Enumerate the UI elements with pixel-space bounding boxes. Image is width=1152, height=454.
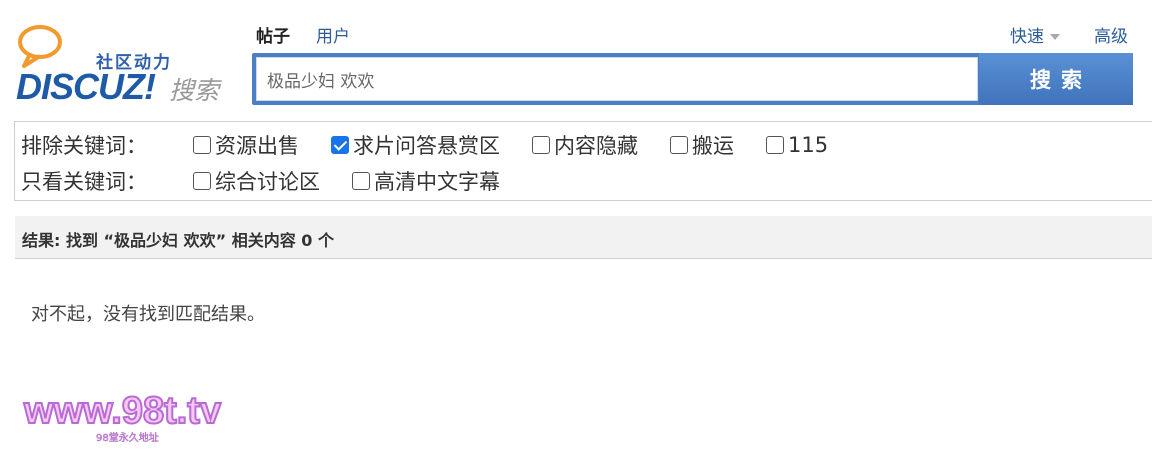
search-mode-links: 快速 高级 — [1010, 22, 1128, 47]
logo-brand-sub: 搜索 — [169, 76, 220, 105]
results-summary: 结果: 找到 “极品少妇 欢欢” 相关内容 0 个 — [22, 231, 334, 250]
checkbox[interactable] — [193, 136, 211, 154]
search-bar: 搜索 — [252, 53, 1133, 105]
option-label: 内容隐藏 — [554, 134, 638, 158]
only-option-hd-subtitles[interactable]: 高清中文字幕 — [352, 166, 500, 196]
only-keywords-row: 只看关键词： 综合讨论区 高清中文字幕 — [21, 166, 532, 196]
logo-brand: DISCUZ! — [16, 66, 156, 107]
results-summary-bar: 结果: 找到 “极品少妇 欢欢” 相关内容 0 个 — [15, 216, 1152, 259]
exclude-option-resource-sale[interactable]: 资源出售 — [193, 130, 299, 160]
speech-bubble-icon — [18, 25, 62, 68]
quick-search-label: 快速 — [1010, 27, 1044, 47]
checkbox[interactable] — [532, 136, 550, 154]
keyword-filters: 排除关键词： 资源出售 求片问答悬赏区 内容隐藏 搬运 115 只看关键词： 综… — [14, 121, 1152, 201]
discuz-logo[interactable]: 社区动力 DISCUZ! 搜索 — [14, 18, 229, 107]
only-keywords-label: 只看关键词： — [21, 170, 147, 194]
checkbox[interactable] — [670, 136, 688, 154]
option-label: 综合讨论区 — [215, 170, 320, 194]
only-option-general-discussion[interactable]: 综合讨论区 — [193, 166, 320, 196]
checkbox[interactable] — [766, 136, 784, 154]
option-label: 求片问答悬赏区 — [353, 134, 500, 158]
site-watermark: www.98t.tv 98堂永久地址 — [23, 389, 222, 444]
option-label: 115 — [788, 133, 829, 157]
caret-down-icon — [1050, 34, 1060, 40]
no-results-message: 对不起，没有找到匹配结果。 — [31, 304, 265, 325]
exclude-option-hidden-content[interactable]: 内容隐藏 — [532, 130, 638, 160]
option-label: 搬运 — [692, 134, 734, 158]
watermark-url: www.98t.tv — [23, 389, 222, 433]
exclude-option-115[interactable]: 115 — [766, 133, 828, 157]
option-label: 高清中文字幕 — [374, 170, 500, 194]
checkbox[interactable] — [352, 172, 370, 190]
search-type-tabs: 帖子 用户 — [256, 22, 350, 47]
exclude-option-repost[interactable]: 搬运 — [670, 130, 734, 160]
checkbox[interactable] — [193, 172, 211, 190]
exclude-option-request-qa[interactable]: 求片问答悬赏区 — [331, 130, 500, 160]
quick-search-dropdown[interactable]: 快速 — [1010, 22, 1060, 47]
search-button[interactable]: 搜索 — [979, 53, 1133, 105]
tab-posts[interactable]: 帖子 — [256, 22, 290, 47]
tab-users[interactable]: 用户 — [316, 22, 350, 47]
exclude-keywords-label: 排除关键词： — [21, 134, 147, 158]
checkbox-checked[interactable] — [331, 136, 349, 154]
exclude-keywords-row: 排除关键词： 资源出售 求片问答悬赏区 内容隐藏 搬运 115 — [21, 130, 860, 160]
search-input[interactable] — [256, 57, 978, 101]
advanced-search-link[interactable]: 高级 — [1094, 22, 1128, 47]
option-label: 资源出售 — [215, 134, 299, 158]
